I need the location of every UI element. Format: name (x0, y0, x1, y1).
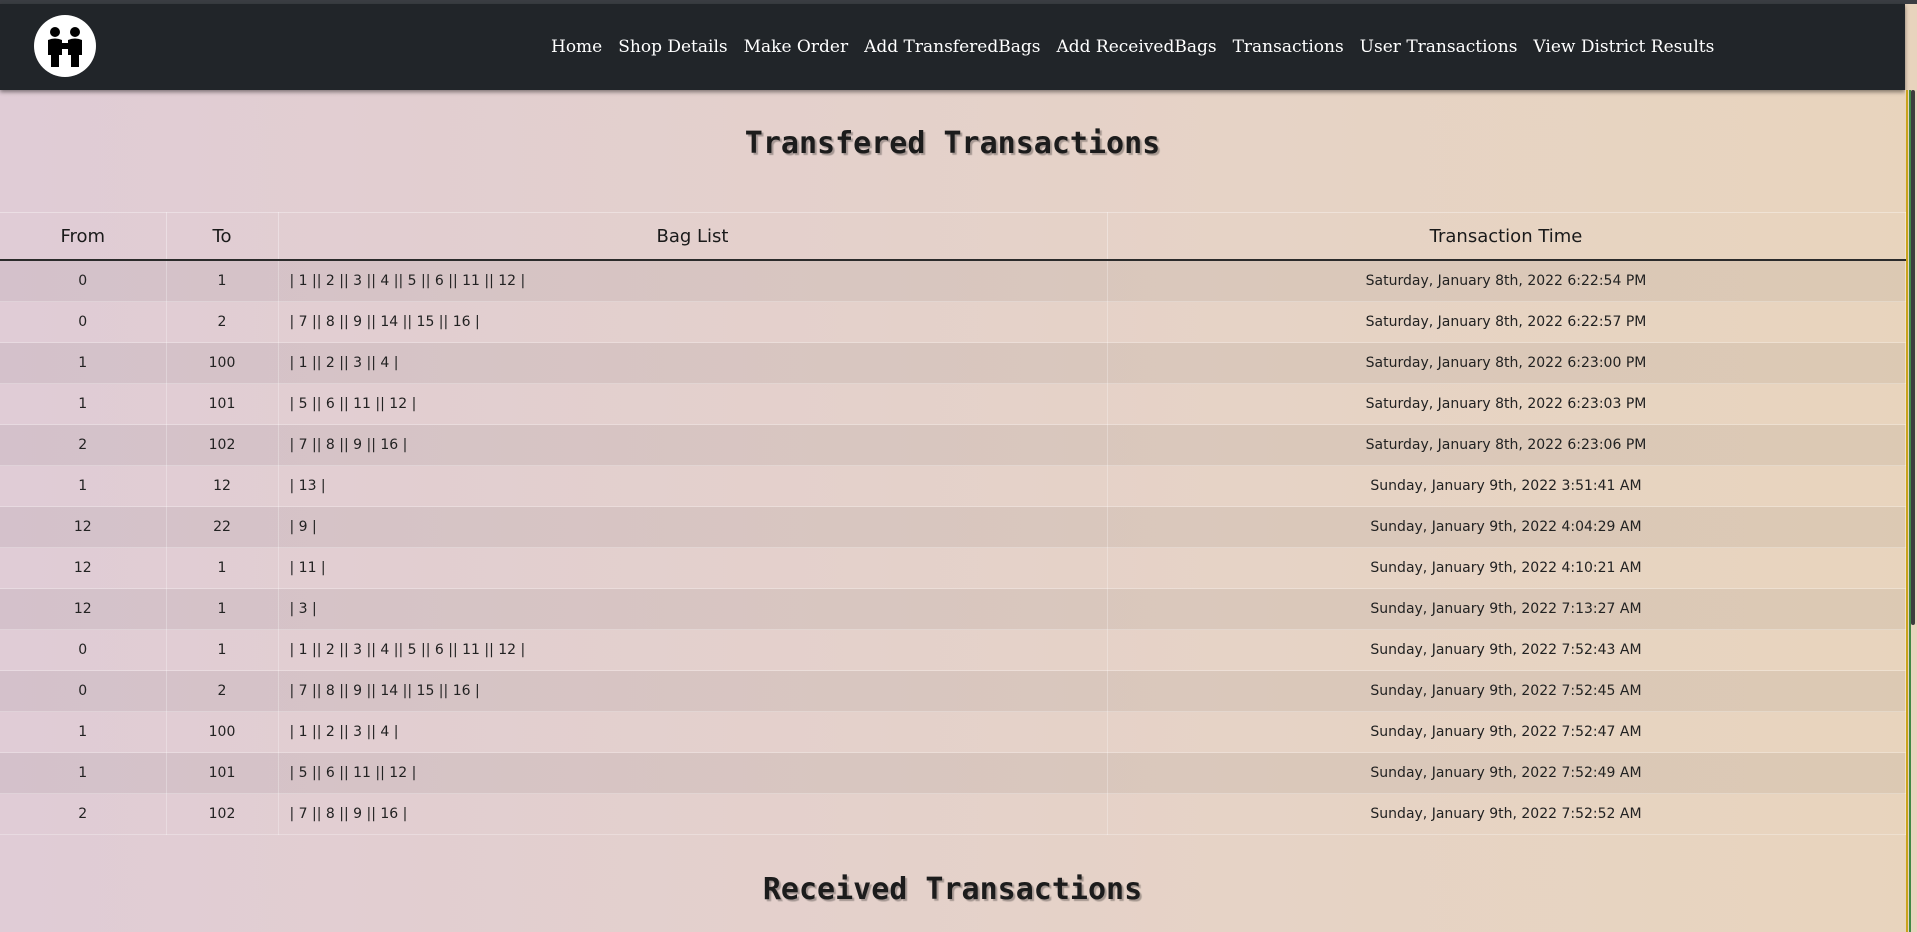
cell-bag-list: | 7 || 8 || 9 || 16 | (278, 793, 1108, 835)
table-header-row: From To Bag List Transaction Time (0, 212, 1906, 261)
cell-transaction-time: Saturday, January 8th, 2022 6:22:57 PM (1107, 301, 1906, 343)
cell-from: 12 (0, 506, 167, 548)
cell-from: 1 (0, 383, 167, 425)
table-row: 12 22 | 9 | Sunday, January 9th, 2022 4:… (0, 506, 1906, 548)
cell-bag-list: | 5 || 6 || 11 || 12 | (278, 383, 1108, 425)
cell-transaction-time: Saturday, January 8th, 2022 6:23:03 PM (1107, 383, 1906, 425)
table-row: 0 2 | 7 || 8 || 9 || 14 || 15 || 16 | Sa… (0, 301, 1906, 343)
cell-bag-list: | 5 || 6 || 11 || 12 | (278, 752, 1108, 794)
cell-from: 2 (0, 424, 167, 466)
table-row: 0 2 | 7 || 8 || 9 || 14 || 15 || 16 | Su… (0, 670, 1906, 712)
received-transactions-title: Received Transactions (762, 872, 1143, 907)
nav-add-received-bags[interactable]: Add ReceivedBags (1056, 37, 1216, 57)
column-header-bag-list: Bag List (278, 212, 1108, 261)
cell-to: 1 (166, 588, 279, 630)
nav-transactions[interactable]: Transactions (1233, 37, 1344, 57)
people-exchange-icon[interactable] (34, 15, 96, 77)
cell-transaction-time: Sunday, January 9th, 2022 3:51:41 AM (1107, 465, 1906, 507)
table-row: 12 1 | 3 | Sunday, January 9th, 2022 7:1… (0, 588, 1906, 630)
cell-transaction-time: Sunday, January 9th, 2022 4:04:29 AM (1107, 506, 1906, 548)
table-row: 1 100 | 1 || 2 || 3 || 4 | Saturday, Jan… (0, 342, 1906, 384)
cell-from: 1 (0, 342, 167, 384)
cell-to: 1 (166, 629, 279, 671)
cell-bag-list: | 7 || 8 || 9 || 14 || 15 || 16 | (278, 670, 1108, 712)
cell-transaction-time: Sunday, January 9th, 2022 7:52:43 AM (1107, 629, 1906, 671)
cell-to: 102 (166, 793, 279, 835)
cell-from: 0 (0, 629, 167, 671)
cell-transaction-time: Sunday, January 9th, 2022 7:52:52 AM (1107, 793, 1906, 835)
scrollbar-thumb[interactable] (1911, 90, 1915, 625)
table-row: 0 1 | 1 || 2 || 3 || 4 || 5 || 6 || 11 |… (0, 629, 1906, 671)
cell-to: 102 (166, 424, 279, 466)
table-row: 2 102 | 7 || 8 || 9 || 16 | Saturday, Ja… (0, 424, 1906, 466)
cell-to: 100 (166, 342, 279, 384)
nav-user-transactions[interactable]: User Transactions (1360, 37, 1518, 57)
nav-shop-details[interactable]: Shop Details (618, 37, 727, 57)
cell-to: 100 (166, 711, 279, 753)
cell-from: 0 (0, 260, 167, 302)
table-row: 0 1 | 1 || 2 || 3 || 4 || 5 || 6 || 11 |… (0, 260, 1906, 302)
cell-transaction-time: Sunday, January 9th, 2022 7:13:27 AM (1107, 588, 1906, 630)
table-row: 1 101 | 5 || 6 || 11 || 12 | Sunday, Jan… (0, 752, 1906, 794)
nav-add-transfered-bags[interactable]: Add TransferedBags (864, 37, 1040, 57)
cell-bag-list: | 7 || 8 || 9 || 16 | (278, 424, 1108, 466)
navbar: Home Shop Details Make Order Add Transfe… (0, 4, 1905, 90)
cell-transaction-time: Saturday, January 8th, 2022 6:22:54 PM (1107, 260, 1906, 302)
cell-to: 2 (166, 670, 279, 712)
cell-to: 1 (166, 547, 279, 589)
nav-make-order[interactable]: Make Order (744, 37, 848, 57)
cell-from: 1 (0, 465, 167, 507)
column-header-from: From (0, 212, 167, 261)
column-header-to: To (166, 212, 279, 261)
cell-to: 22 (166, 506, 279, 548)
cell-transaction-time: Sunday, January 9th, 2022 7:52:47 AM (1107, 711, 1906, 753)
cell-from: 0 (0, 670, 167, 712)
cell-to: 101 (166, 752, 279, 794)
cell-bag-list: | 1 || 2 || 3 || 4 | (278, 342, 1108, 384)
cell-bag-list: | 1 || 2 || 3 || 4 || 5 || 6 || 11 || 12… (278, 260, 1108, 302)
cell-from: 1 (0, 752, 167, 794)
cell-from: 2 (0, 793, 167, 835)
table-row: 12 1 | 11 | Sunday, January 9th, 2022 4:… (0, 547, 1906, 589)
cell-transaction-time: Saturday, January 8th, 2022 6:23:06 PM (1107, 424, 1906, 466)
cell-from: 12 (0, 547, 167, 589)
transfered-transactions-table: From To Bag List Transaction Time 0 1 | … (0, 212, 1906, 835)
cell-to: 2 (166, 301, 279, 343)
cell-from: 0 (0, 301, 167, 343)
cell-to: 101 (166, 383, 279, 425)
cell-bag-list: | 7 || 8 || 9 || 14 || 15 || 16 | (278, 301, 1108, 343)
cell-bag-list: | 13 | (278, 465, 1108, 507)
cell-transaction-time: Sunday, January 9th, 2022 7:52:45 AM (1107, 670, 1906, 712)
cell-from: 1 (0, 711, 167, 753)
cell-transaction-time: Sunday, January 9th, 2022 7:52:49 AM (1107, 752, 1906, 794)
nav-links: Home Shop Details Make Order Add Transfe… (551, 4, 1730, 90)
cell-bag-list: | 1 || 2 || 3 || 4 | (278, 711, 1108, 753)
cell-transaction-time: Saturday, January 8th, 2022 6:23:00 PM (1107, 342, 1906, 384)
table-row: 2 102 | 7 || 8 || 9 || 16 | Sunday, Janu… (0, 793, 1906, 835)
cell-transaction-time: Sunday, January 9th, 2022 4:10:21 AM (1107, 547, 1906, 589)
cell-bag-list: | 11 | (278, 547, 1108, 589)
table-row: 1 100 | 1 || 2 || 3 || 4 | Sunday, Janua… (0, 711, 1906, 753)
table-row: 1 12 | 13 | Sunday, January 9th, 2022 3:… (0, 465, 1906, 507)
column-header-transaction-time: Transaction Time (1107, 212, 1906, 261)
cell-to: 12 (166, 465, 279, 507)
cell-bag-list: | 1 || 2 || 3 || 4 || 5 || 6 || 11 || 12… (278, 629, 1108, 671)
table-row: 1 101 | 5 || 6 || 11 || 12 | Saturday, J… (0, 383, 1906, 425)
cell-bag-list: | 9 | (278, 506, 1108, 548)
nav-view-district-results[interactable]: View District Results (1533, 37, 1714, 57)
nav-home[interactable]: Home (551, 37, 602, 57)
transfered-transactions-title: Transfered Transactions (744, 126, 1161, 161)
cell-bag-list: | 3 | (278, 588, 1108, 630)
scrollbar-accent-line (1906, 90, 1908, 932)
cell-from: 12 (0, 588, 167, 630)
cell-to: 1 (166, 260, 279, 302)
